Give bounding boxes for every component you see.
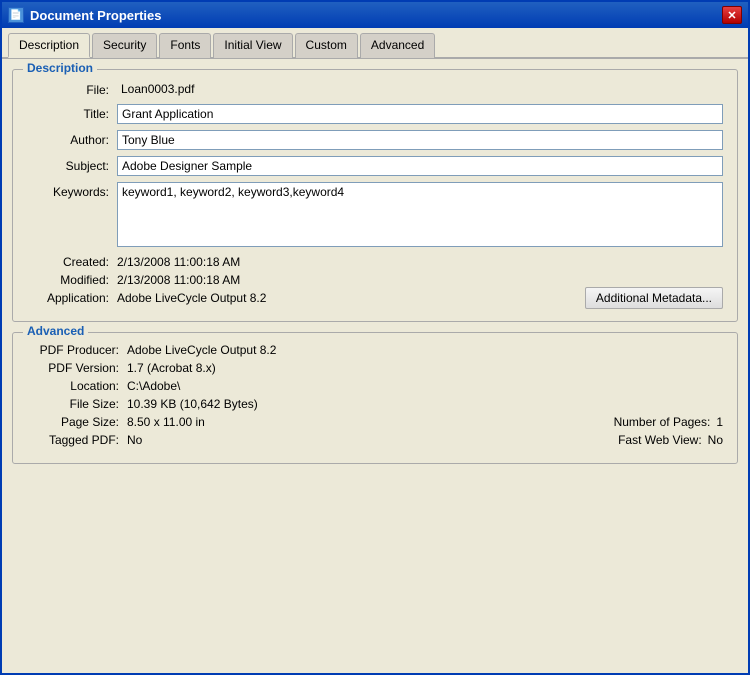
file-value: Loan0003.pdf xyxy=(117,80,723,98)
close-button[interactable]: ✕ xyxy=(722,6,742,24)
modified-row: Modified: 2/13/2008 11:00:18 AM xyxy=(27,273,585,287)
tab-custom[interactable]: Custom xyxy=(295,33,358,58)
application-value: Adobe LiveCycle Output 8.2 xyxy=(117,291,266,305)
file-size-value: 10.39 KB (10,642 Bytes) xyxy=(127,397,723,411)
keywords-label: Keywords: xyxy=(27,182,117,199)
keywords-textarea[interactable]: keyword1, keyword2, keyword3,keyword4 xyxy=(117,182,723,247)
pdf-version-value: 1.7 (Acrobat 8.x) xyxy=(127,361,723,375)
advanced-section: Advanced PDF Producer: Adobe LiveCycle O… xyxy=(12,332,738,464)
location-label: Location: xyxy=(27,379,127,393)
created-row: Created: 2/13/2008 11:00:18 AM xyxy=(27,255,585,269)
application-label: Application: xyxy=(27,291,117,305)
tagged-pdf-label: Tagged PDF: xyxy=(27,433,127,447)
modified-value: 2/13/2008 11:00:18 AM xyxy=(117,273,240,287)
tab-initial-view[interactable]: Initial View xyxy=(213,33,292,58)
title-row: Title: xyxy=(27,104,723,124)
title-bar-left: 📄 Document Properties xyxy=(8,7,161,23)
modified-label: Modified: xyxy=(27,273,117,287)
file-size-label: File Size: xyxy=(27,397,127,411)
window-icon: 📄 xyxy=(8,7,24,23)
page-size-value: 8.50 x 11.00 in xyxy=(127,415,614,429)
fast-web-value: No xyxy=(708,433,723,447)
page-size-label: Page Size: xyxy=(27,415,127,429)
tagged-pdf-row: Tagged PDF: No Fast Web View: No xyxy=(27,433,723,447)
location-value: C:\Adobe\ xyxy=(127,379,723,393)
file-size-row: File Size: 10.39 KB (10,642 Bytes) xyxy=(27,397,723,411)
file-label: File: xyxy=(27,80,117,97)
title-input[interactable] xyxy=(117,104,723,124)
application-row: Application: Adobe LiveCycle Output 8.2 xyxy=(27,291,585,305)
num-pages-value: 1 xyxy=(716,415,723,429)
additional-metadata-button[interactable]: Additional Metadata... xyxy=(585,287,723,309)
tab-fonts[interactable]: Fonts xyxy=(159,33,211,58)
tab-security[interactable]: Security xyxy=(92,33,157,58)
tab-advanced[interactable]: Advanced xyxy=(360,33,435,58)
pdf-producer-value: Adobe LiveCycle Output 8.2 xyxy=(127,343,723,357)
content-area: Description File: Loan0003.pdf Title: Au… xyxy=(2,59,748,675)
author-row: Author: xyxy=(27,130,723,150)
tagged-pdf-left: Tagged PDF: No xyxy=(27,433,618,447)
author-label: Author: xyxy=(27,130,117,147)
tab-description[interactable]: Description xyxy=(8,33,90,58)
author-input[interactable] xyxy=(117,130,723,150)
created-value: 2/13/2008 11:00:18 AM xyxy=(117,255,240,269)
fast-web-block: Fast Web View: No xyxy=(618,433,723,447)
page-size-left: Page Size: 8.50 x 11.00 in xyxy=(27,415,614,429)
title-label: Title: xyxy=(27,104,117,121)
metadata-footer: Created: 2/13/2008 11:00:18 AM Modified:… xyxy=(27,255,723,309)
title-bar: 📄 Document Properties ✕ xyxy=(2,2,748,28)
subject-label: Subject: xyxy=(27,156,117,173)
metadata-block: Created: 2/13/2008 11:00:18 AM Modified:… xyxy=(27,255,585,309)
fast-web-label: Fast Web View: xyxy=(618,433,702,447)
page-size-row: Page Size: 8.50 x 11.00 in Number of Pag… xyxy=(27,415,723,429)
num-pages-block: Number of Pages: 1 xyxy=(614,415,723,429)
subject-input[interactable] xyxy=(117,156,723,176)
subject-row: Subject: xyxy=(27,156,723,176)
pdf-version-label: PDF Version: xyxy=(27,361,127,375)
pdf-version-row: PDF Version: 1.7 (Acrobat 8.x) xyxy=(27,361,723,375)
tagged-pdf-value: No xyxy=(127,433,618,447)
advanced-section-title: Advanced xyxy=(23,324,88,338)
description-section: Description File: Loan0003.pdf Title: Au… xyxy=(12,69,738,322)
created-label: Created: xyxy=(27,255,117,269)
window-title: Document Properties xyxy=(30,8,161,23)
num-pages-label: Number of Pages: xyxy=(614,415,711,429)
pdf-producer-label: PDF Producer: xyxy=(27,343,127,357)
keywords-row: Keywords: keyword1, keyword2, keyword3,k… xyxy=(27,182,723,247)
file-row: File: Loan0003.pdf xyxy=(27,80,723,98)
document-properties-window: 📄 Document Properties ✕ Description Secu… xyxy=(0,0,750,675)
description-section-title: Description xyxy=(23,61,97,75)
pdf-producer-row: PDF Producer: Adobe LiveCycle Output 8.2 xyxy=(27,343,723,357)
location-row: Location: C:\Adobe\ xyxy=(27,379,723,393)
tabs-bar: Description Security Fonts Initial View … xyxy=(2,28,748,59)
